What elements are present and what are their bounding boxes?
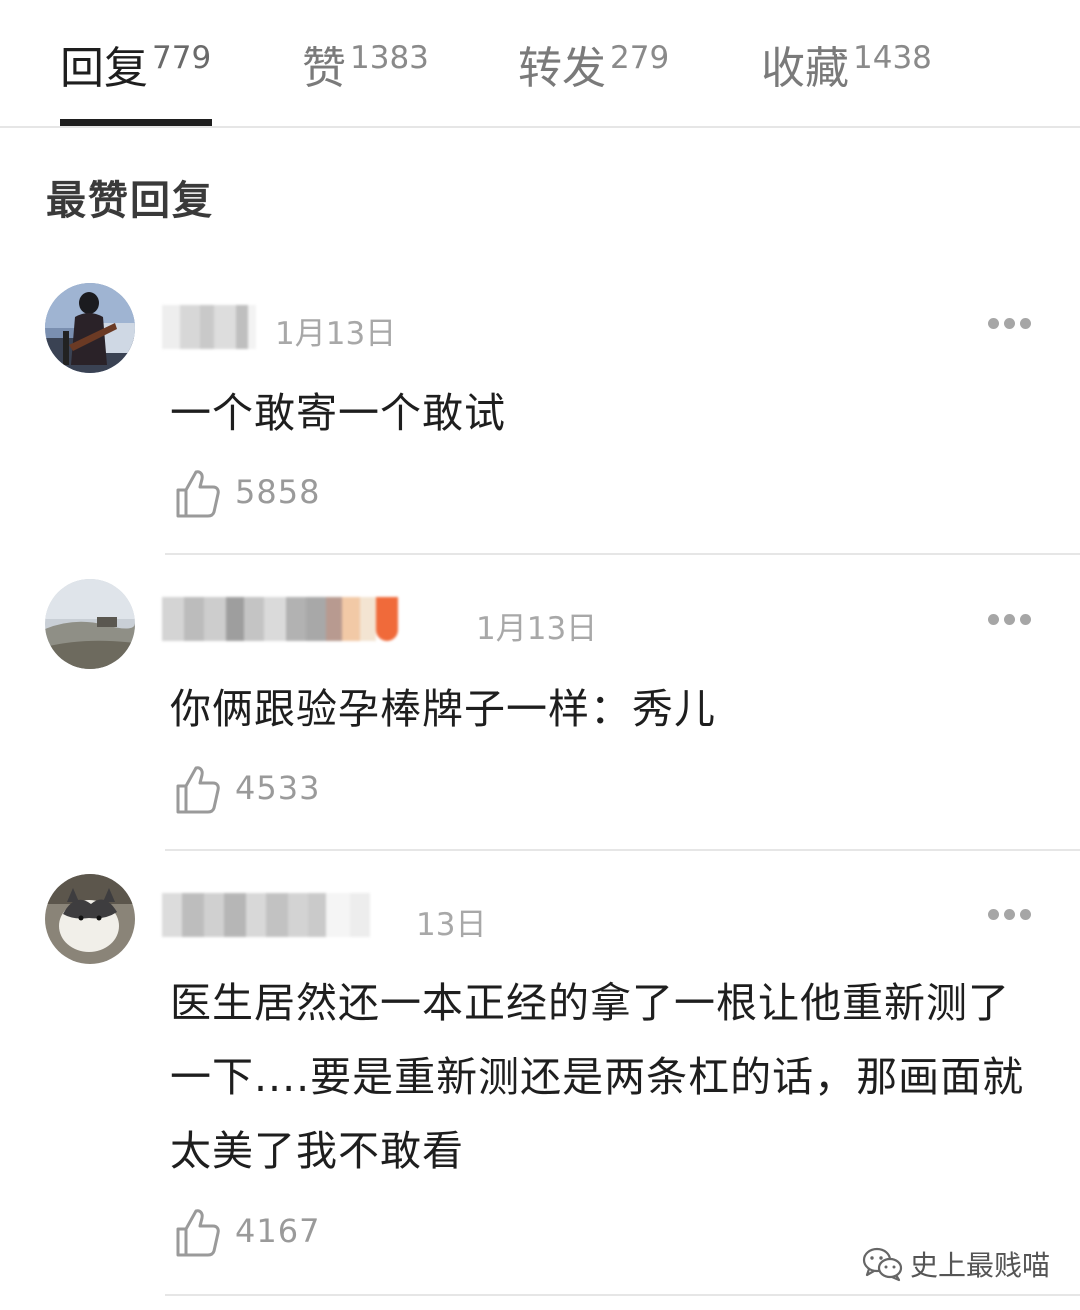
like-button[interactable]: 4167	[172, 1207, 332, 1259]
tab-reposts-count: 279	[610, 40, 670, 76]
tab-replies-count: 779	[152, 40, 212, 76]
tab-replies-label: 回复	[60, 43, 148, 94]
active-tab-indicator	[60, 119, 212, 126]
username-blurred[interactable]	[162, 893, 370, 937]
thumbs-up-icon	[176, 470, 220, 518]
thumbs-up-icon	[176, 766, 220, 814]
comment-date: 1月13日	[476, 611, 598, 647]
tab-reposts-label: 转发	[518, 43, 606, 94]
more-dots-icon[interactable]	[988, 909, 1032, 921]
username-blurred[interactable]	[162, 597, 398, 641]
divider	[165, 1294, 1080, 1296]
avatar[interactable]	[45, 283, 135, 373]
tab-bar: 回复 779 赞 1383 转发 279 收藏 1438	[0, 0, 1080, 128]
comment-text: 医生居然还一本正经的拿了一根让他重新测了一下....要是重新测还是两条杠的话，那…	[170, 979, 1025, 1175]
wechat-icon	[862, 1247, 903, 1282]
tab-favorites-count: 1438	[853, 40, 932, 76]
more-dots-icon[interactable]	[988, 614, 1032, 626]
tab-favorites-label: 收藏	[761, 43, 849, 94]
like-count: 4533	[235, 769, 321, 807]
comment-date: 13日	[416, 907, 487, 943]
username-blurred[interactable]	[162, 305, 256, 349]
section-title: 最赞回复	[46, 178, 214, 224]
divider	[165, 553, 1080, 555]
thumbs-up-icon	[176, 1209, 220, 1257]
comment-text: 你俩跟验孕棒牌子一样：秀儿	[170, 685, 716, 733]
tab-likes-count: 1383	[350, 40, 429, 76]
tab-reposts[interactable]: 转发 279	[518, 32, 670, 94]
like-button[interactable]: 5858	[172, 468, 332, 520]
like-button[interactable]: 4533	[172, 764, 332, 816]
tab-replies[interactable]: 回复 779	[60, 32, 212, 94]
comment-text: 一个敢寄一个敢试	[170, 389, 506, 437]
more-dots-icon[interactable]	[988, 318, 1032, 330]
divider	[165, 849, 1080, 851]
tab-favorites[interactable]: 收藏 1438	[761, 32, 932, 94]
like-count: 5858	[235, 473, 321, 511]
watermark-text: 史上最贱喵	[910, 1249, 1051, 1282]
tab-likes-label: 赞	[302, 43, 346, 94]
tab-likes[interactable]: 赞 1383	[302, 32, 429, 94]
avatar[interactable]	[45, 874, 135, 964]
like-count: 4167	[235, 1212, 321, 1250]
comment-date: 1月13日	[275, 316, 397, 352]
avatar[interactable]	[45, 579, 135, 669]
